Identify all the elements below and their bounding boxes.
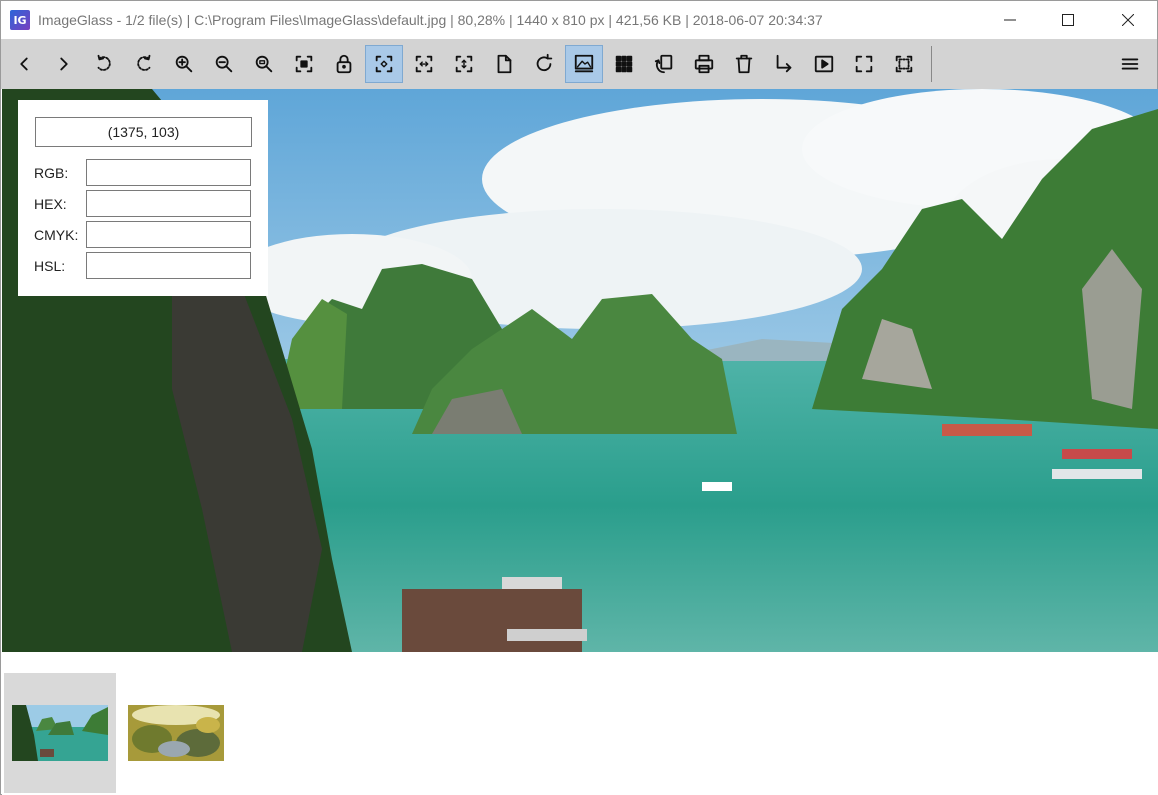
frameless-icon	[895, 55, 913, 73]
maximize-icon	[1062, 14, 1074, 26]
print-icon	[694, 54, 714, 74]
color-picker-panel: (1375, 103) RGB: HEX: CMYK: HSL:	[18, 100, 268, 296]
print-button[interactable]	[685, 45, 723, 83]
maximize-button[interactable]	[1039, 1, 1097, 39]
app-logo-icon: IG	[10, 10, 30, 30]
gallery-icon	[574, 54, 594, 73]
scale-fit-icon	[375, 55, 393, 73]
checkerboard-button[interactable]	[605, 45, 643, 83]
window-title: ImageGlass - 1/2 file(s) | C:\Program Fi…	[38, 12, 823, 28]
main-menu-button[interactable]	[1111, 45, 1149, 83]
refresh-icon	[536, 53, 553, 72]
scale-height-icon	[455, 55, 473, 73]
fullscreen-icon	[855, 55, 873, 73]
chevron-left-icon	[20, 57, 28, 71]
zoom-out-button[interactable]	[205, 45, 243, 83]
hsl-label: HSL:	[34, 257, 66, 274]
zoom-in-button[interactable]	[165, 45, 203, 83]
rgb-value-field[interactable]	[86, 159, 251, 186]
cmyk-value-field[interactable]	[86, 221, 251, 248]
cmyk-label: CMYK:	[34, 226, 79, 243]
lock-icon	[336, 54, 352, 74]
zoom-actual-icon	[255, 55, 273, 73]
rotate-left-icon	[97, 54, 111, 71]
previous-image-button[interactable]	[5, 45, 43, 83]
frameless-button[interactable]	[885, 45, 923, 83]
scale-to-width-button[interactable]	[405, 45, 443, 83]
close-button[interactable]	[1099, 1, 1157, 39]
hsl-value-field[interactable]	[86, 252, 251, 279]
minimize-button[interactable]	[981, 1, 1039, 39]
scale-width-icon	[415, 55, 433, 73]
thumbnail-second[interactable]	[120, 673, 232, 793]
cmyk-row: CMYK:	[34, 221, 254, 248]
arrow-turn-icon	[776, 54, 792, 73]
auto-zoom-icon	[295, 55, 313, 73]
slideshow-button[interactable]	[805, 45, 843, 83]
close-icon	[1122, 14, 1134, 26]
pixel-coordinates: (1375, 103)	[35, 117, 252, 147]
chevron-right-icon	[60, 57, 68, 71]
scale-to-height-button[interactable]	[445, 45, 483, 83]
copy-rotate-icon	[654, 54, 673, 74]
thumbnail-image	[12, 705, 108, 761]
image-viewer[interactable]: (1375, 103) RGB: HEX: CMYK: HSL:	[2, 89, 1158, 652]
refresh-button[interactable]	[525, 45, 563, 83]
zoom-in-icon	[175, 55, 193, 73]
rotate-right-icon	[137, 54, 151, 71]
toolbar	[1, 39, 1157, 89]
file-icon	[497, 54, 512, 74]
trash-icon	[735, 54, 753, 74]
minimize-icon	[1004, 19, 1016, 21]
hamburger-menu-icon	[1121, 58, 1139, 70]
zoom-out-icon	[215, 55, 233, 73]
fullscreen-button[interactable]	[845, 45, 883, 83]
thumbnail-image	[128, 705, 224, 761]
hex-label: HEX:	[34, 195, 67, 212]
delete-button[interactable]	[725, 45, 763, 83]
auto-zoom-button[interactable]	[285, 45, 323, 83]
hsl-row: HSL:	[34, 252, 254, 279]
convert-button[interactable]	[645, 45, 683, 83]
thumbnail-default[interactable]	[4, 673, 116, 793]
scale-to-fit-button[interactable]	[365, 45, 403, 83]
actual-size-button[interactable]	[245, 45, 283, 83]
lock-zoom-button[interactable]	[325, 45, 363, 83]
rotate-right-button[interactable]	[125, 45, 163, 83]
rgb-label: RGB:	[34, 164, 69, 181]
toolbar-separator	[931, 46, 932, 82]
rgb-row: RGB:	[34, 159, 254, 186]
thumbnail-bar-button[interactable]	[565, 45, 603, 83]
rotate-left-button[interactable]	[85, 45, 123, 83]
thumbnail-bar	[2, 652, 1158, 795]
grid-icon	[615, 55, 633, 73]
title-bar[interactable]: IG ImageGlass - 1/2 file(s) | C:\Program…	[1, 1, 1157, 39]
hex-row: HEX:	[34, 190, 254, 217]
hex-value-field[interactable]	[86, 190, 251, 217]
app-window: IG ImageGlass - 1/2 file(s) | C:\Program…	[0, 0, 1158, 795]
go-to-button[interactable]	[765, 45, 803, 83]
play-icon	[814, 55, 834, 73]
next-image-button[interactable]	[45, 45, 83, 83]
open-file-button[interactable]	[485, 45, 523, 83]
